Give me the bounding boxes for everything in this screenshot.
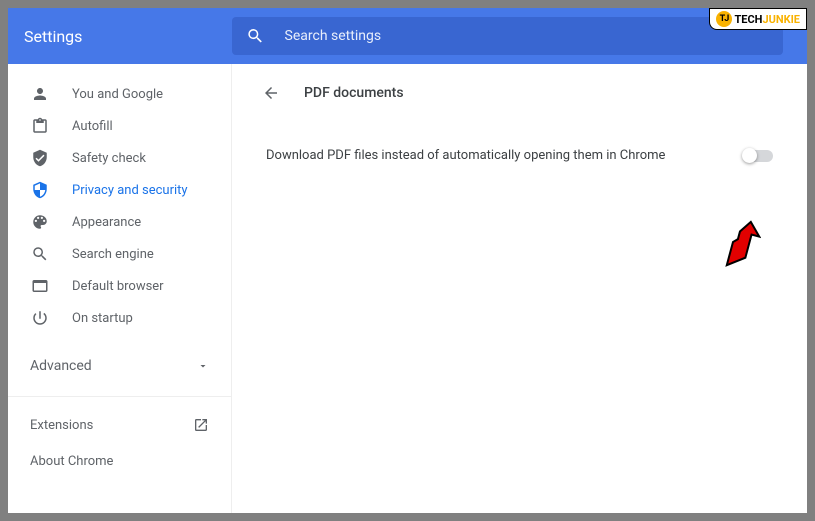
annotation-arrow	[705, 214, 761, 270]
body: You and Google Autofill Safety check Pri…	[8, 64, 807, 513]
sidebar-item-privacy-security[interactable]: Privacy and security	[8, 174, 231, 206]
sidebar-item-appearance[interactable]: Appearance	[8, 206, 231, 238]
browser-icon	[30, 276, 50, 296]
sidebar-about-chrome[interactable]: About Chrome	[8, 443, 231, 479]
sidebar-item-autofill[interactable]: Autofill	[8, 110, 231, 142]
divider	[8, 396, 231, 397]
search-icon	[30, 244, 50, 264]
security-icon	[30, 180, 50, 200]
sidebar-item-label: You and Google	[72, 87, 209, 102]
chevron-down-icon	[197, 360, 209, 372]
sidebar-item-on-startup[interactable]: On startup	[8, 302, 231, 334]
sidebar-item-label: Autofill	[72, 119, 209, 134]
sidebar-item-you-and-google[interactable]: You and Google	[8, 78, 231, 110]
clipboard-icon	[30, 116, 50, 136]
watermark-badge: TJ TECHJUNKIE	[709, 8, 807, 30]
sidebar-extensions[interactable]: Extensions	[8, 407, 231, 443]
sidebar-item-label: Default browser	[72, 279, 209, 294]
palette-icon	[30, 212, 50, 232]
extensions-label: Extensions	[30, 418, 93, 433]
app-title: Settings	[24, 27, 232, 46]
toggle-download-pdf[interactable]	[743, 150, 773, 162]
header-bar: Settings	[8, 8, 807, 64]
sidebar-advanced[interactable]: Advanced	[8, 346, 231, 386]
setting-label: Download PDF files instead of automatica…	[266, 148, 665, 163]
sidebar-item-label: On startup	[72, 311, 209, 326]
toggle-knob	[742, 148, 757, 163]
page-header: PDF documents	[262, 84, 777, 102]
sidebar: You and Google Autofill Safety check Pri…	[8, 64, 232, 513]
watermark-logo: TJ	[716, 11, 732, 27]
sidebar-item-label: Search engine	[72, 247, 209, 262]
watermark-junkie: JUNKIE	[762, 13, 800, 26]
advanced-label: Advanced	[30, 358, 92, 374]
content-area: PDF documents Download PDF files instead…	[232, 64, 807, 513]
about-label: About Chrome	[30, 454, 113, 469]
setting-row-download-pdf: Download PDF files instead of automatica…	[262, 148, 777, 163]
page-title: PDF documents	[304, 85, 404, 101]
sidebar-item-label: Appearance	[72, 215, 209, 230]
sidebar-item-search-engine[interactable]: Search engine	[8, 238, 231, 270]
watermark-tech: TECH	[734, 13, 762, 26]
search-icon	[246, 26, 265, 46]
settings-window: TJ TECHJUNKIE Settings You and Google Au…	[8, 8, 807, 513]
search-input[interactable]	[285, 28, 769, 44]
external-link-icon	[193, 417, 209, 433]
sidebar-item-safety-check[interactable]: Safety check	[8, 142, 231, 174]
shield-check-icon	[30, 148, 50, 168]
sidebar-item-label: Safety check	[72, 151, 209, 166]
search-box[interactable]	[232, 17, 783, 55]
back-arrow-icon[interactable]	[262, 84, 280, 102]
sidebar-item-label: Privacy and security	[72, 183, 209, 198]
sidebar-item-default-browser[interactable]: Default browser	[8, 270, 231, 302]
person-icon	[30, 84, 50, 104]
power-icon	[30, 308, 50, 328]
